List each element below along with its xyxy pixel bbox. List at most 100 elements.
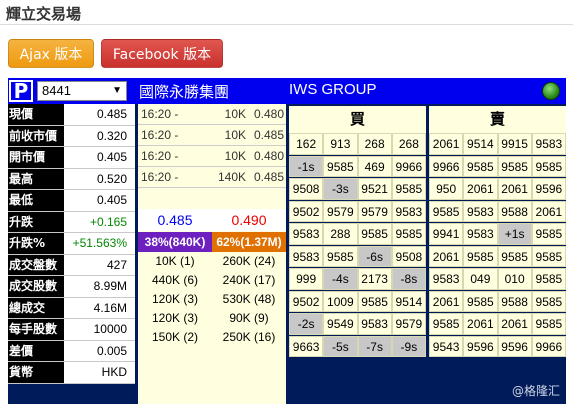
buy-side: 9583 9585 -6s 9508 — [289, 245, 426, 269]
broker-cell: 9502 — [289, 290, 324, 312]
trading-terminal: P 8441 ▼ 國際永勝集團 IWS GROUP 現價 0.485 前收市價 0.3… — [8, 78, 566, 404]
sell-level: 90K (9) — [229, 311, 269, 325]
quote-label: 升跌% — [8, 233, 64, 254]
quote-label: 最高 — [8, 168, 64, 189]
terminal-top-bar: P 8441 ▼ 國際永勝集團 IWS GROUP — [8, 78, 566, 104]
queue-grid-row: -1s 9585 469 9966 9966 9585 9585 9585 — [289, 155, 566, 179]
broker-cell: 9596 — [463, 335, 498, 357]
queue-grid-row: 9508 -3s 9521 9585 950 2061 2061 9596 — [289, 178, 566, 201]
sell-level: 530K (48) — [222, 292, 276, 306]
quote-row: 貨幣 HKD — [8, 362, 135, 384]
broker-cell: 9585 — [497, 245, 532, 267]
quote-value: 0.485 — [64, 104, 135, 125]
broker-cell: 9585 — [463, 245, 498, 267]
broker-cell: 9585 — [463, 290, 498, 312]
broker-cell: 9579 — [357, 200, 392, 222]
sell-level: 250K (16) — [222, 330, 276, 344]
page-title: 輝立交易場 — [6, 5, 82, 23]
quote-row: 最高 0.520 — [8, 168, 135, 190]
quote-row: 現價 0.485 — [8, 104, 135, 126]
broker-cell: 049 — [463, 268, 498, 290]
quote-label: 最低 — [8, 190, 64, 211]
quote-label: 貨幣 — [8, 362, 64, 383]
broker-cell: 2061 — [497, 313, 532, 335]
quote-table: 現價 0.485 前收市價 0.320 開市價 0.405 最高 0.520 最低 0.405 升跌… — [8, 104, 135, 384]
stock-code-select[interactable]: 8441 ▼ — [37, 81, 127, 101]
broker-cell: 9543 — [429, 335, 464, 357]
broker-cell: 9585 — [357, 223, 392, 245]
queue-grid-row: 162 913 268 268 2061 9514 9915 9583 — [289, 133, 566, 156]
broker-cell: 268 — [357, 133, 392, 155]
phillip-logo-icon: P — [9, 79, 33, 103]
ajax-version-button[interactable]: Ajax 版本 — [8, 39, 94, 68]
broker-cell: 950 — [429, 178, 464, 200]
broker-cell: 9585 — [531, 290, 566, 312]
quote-row: 總成交 4.16M — [8, 297, 135, 319]
broker-cell: 9915 — [497, 133, 532, 155]
quote-value: HKD — [64, 362, 135, 383]
sell-side: 2061 9514 9915 9583 — [429, 133, 566, 156]
broker-cell: 9579 — [323, 200, 358, 222]
queue-grid-row: 9502 1009 9585 9514 2061 9585 9588 9585 — [289, 290, 566, 314]
trade-row: 16:20 - 140K 0.485 — [138, 167, 286, 188]
broker-cell: 9585 — [357, 290, 392, 312]
quote-value: 8.99M — [64, 276, 135, 297]
broker-cell: 9583 — [429, 268, 464, 290]
buy-side: 9583 288 9585 9585 — [289, 223, 426, 246]
trade-price: 0.480 — [253, 107, 284, 121]
broker-cell: 9583 — [289, 245, 324, 267]
queue-grid-row: -2s 9549 9583 9579 9585 2061 2061 9585 — [289, 313, 566, 336]
broker-cell: 9514 — [391, 290, 426, 312]
buy-level: 120K (3) — [151, 292, 199, 306]
broker-cell: 9585 — [531, 245, 566, 267]
sell-side: 9585 9583 9588 2061 — [429, 200, 566, 224]
sell-side: 9585 2061 2061 9585 — [429, 313, 566, 336]
sell-side: 2061 9585 9588 9585 — [429, 290, 566, 314]
buy-level: 10K (1) — [155, 254, 195, 268]
sell-ratio: 62%(1.37M) — [212, 232, 286, 252]
trade-panel: 16:20 - 10K 0.480 16:20 - 10K 0.485 16:20 - 10K… — [138, 104, 286, 404]
quote-label: 成交股數 — [8, 276, 64, 297]
queue-header: 買 賣 — [289, 106, 566, 133]
queue-grid: 162 913 268 268 2061 9514 9915 9583 -1s 9585 469 99… — [289, 133, 566, 358]
broker-cell: -3s — [323, 178, 358, 200]
broker-cell: 9514 — [463, 133, 498, 155]
trade-log: 16:20 - 10K 0.480 16:20 - 10K 0.485 16:20 - 10K… — [138, 104, 286, 188]
quote-row: 升跌% +51.563% — [8, 233, 135, 255]
quote-value: 10000 — [64, 319, 135, 340]
broker-cell: 9588 — [497, 290, 532, 312]
quote-label: 前收市價 — [8, 125, 64, 146]
sell-header: 賣 — [429, 106, 566, 133]
queue-grid-row: 9663 -5s -7s -9s 9543 9596 9596 9966 — [289, 335, 566, 359]
broker-cell: 9585 — [323, 245, 358, 267]
broker-cell: 9585 — [531, 155, 566, 177]
sell-side: 9543 9596 9596 9966 — [429, 335, 566, 359]
title-divider — [0, 24, 573, 25]
watermark: @格隆汇 — [511, 384, 560, 398]
trade-price: 0.485 — [253, 170, 284, 184]
queue-grid-row: 999 -4s 2173 -8s 9583 049 010 9585 — [289, 268, 566, 291]
stock-name-chinese: 國際永勝集團 — [139, 83, 230, 101]
quote-value: 0.405 — [64, 190, 135, 211]
queue-grid-row: 9583 9585 -6s 9508 2061 9585 9585 9585 — [289, 245, 566, 269]
quote-row: 升跌 +0.165 — [8, 211, 135, 233]
broker-cell: 2061 — [463, 313, 498, 335]
broker-cell: 2061 — [463, 178, 498, 200]
broker-cell: 469 — [357, 155, 392, 177]
page-root: 輝立交易場 Ajax 版本 Facebook 版本 P 8441 ▼ 國際永勝集… — [0, 0, 573, 404]
facebook-version-button[interactable]: Facebook 版本 — [101, 39, 223, 68]
quote-row: 差價 0.005 — [8, 340, 135, 362]
broker-cell: 288 — [323, 223, 358, 245]
broker-cell: +1s — [497, 223, 532, 245]
buy-level: 120K (3) — [151, 311, 199, 325]
broker-cell: 999 — [289, 268, 324, 290]
buy-level: 440K (6) — [151, 273, 199, 287]
broker-cell: 9596 — [531, 178, 566, 200]
broker-cell: 2061 — [531, 200, 566, 222]
broker-cell: 9549 — [323, 313, 358, 335]
sell-level: 240K (17) — [222, 273, 276, 287]
sell-side: 9941 9583 +1s 9585 — [429, 223, 566, 246]
quote-value: 0.005 — [64, 340, 135, 361]
quote-label: 差價 — [8, 340, 64, 361]
quote-label: 升跌 — [8, 211, 64, 232]
